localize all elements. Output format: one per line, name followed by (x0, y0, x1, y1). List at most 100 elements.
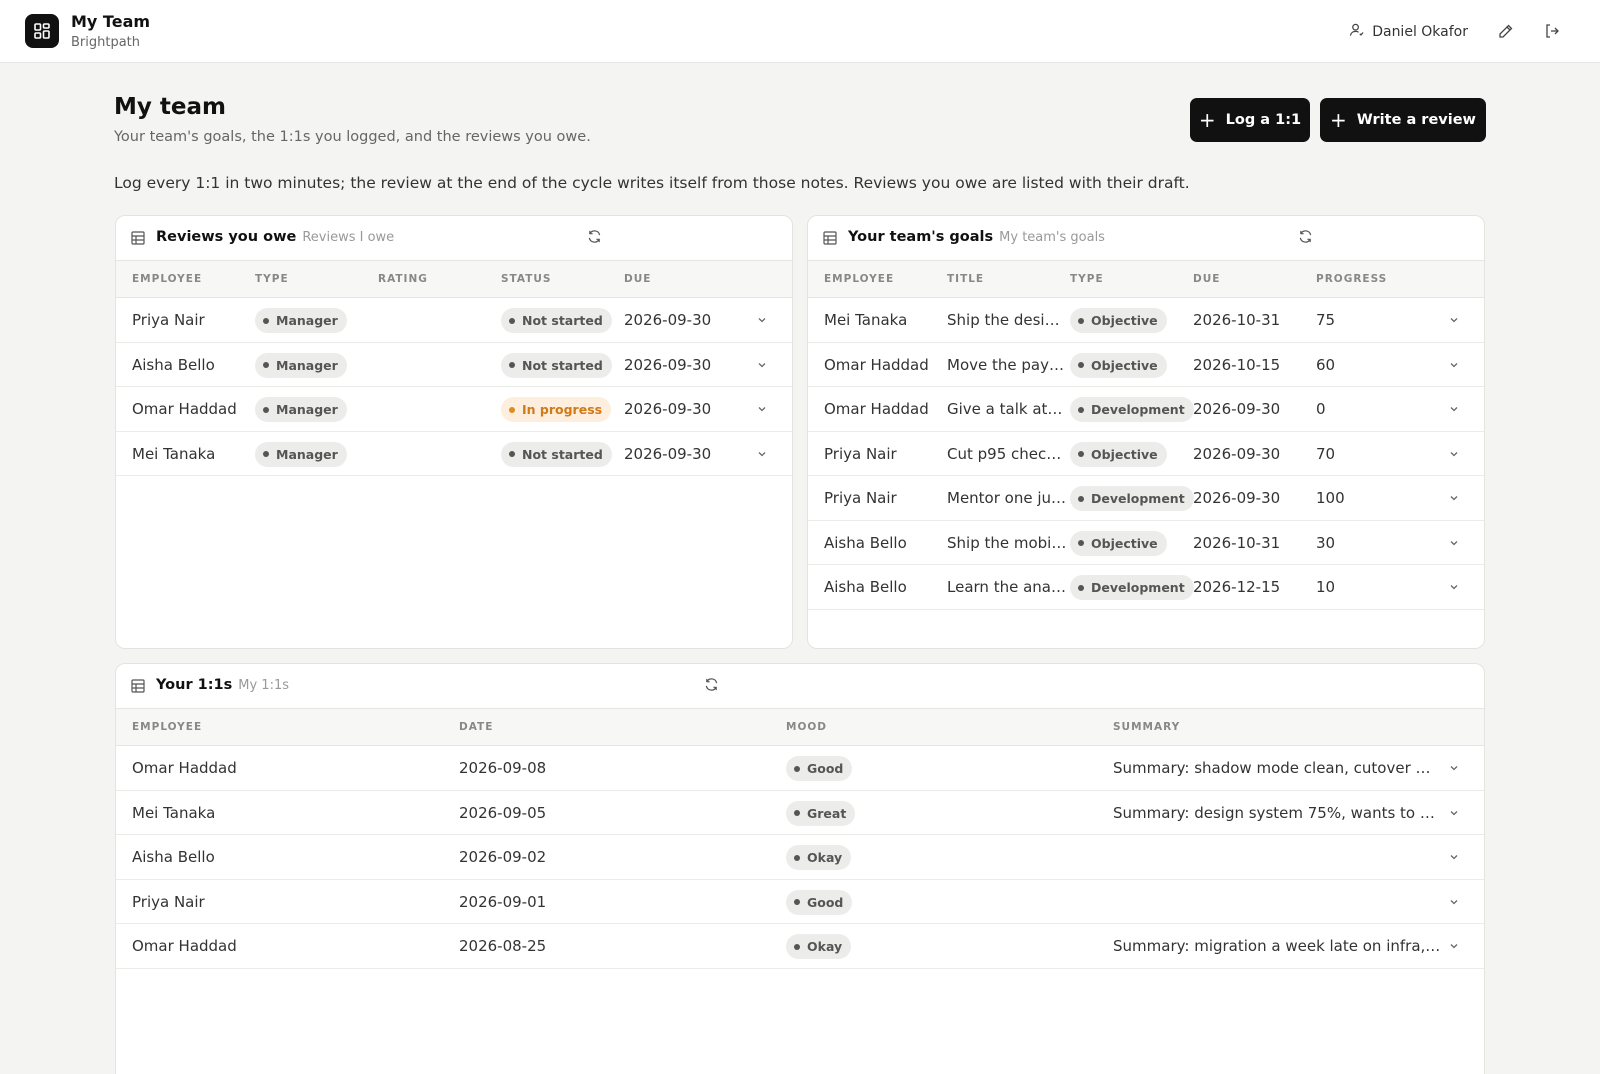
one-on-ones-card: Your 1:1s My 1:1s EMPLOYEE DATE MOOD SUMM… (115, 663, 1485, 1074)
column-header-employee[interactable]: EMPLOYEE (132, 721, 202, 733)
date-cell: 2026-09-01 (459, 892, 547, 911)
chevron-down-icon[interactable] (1448, 448, 1460, 460)
one-on-ones-title: Your 1:1s (156, 677, 233, 693)
reviews-title: Reviews you owe (156, 229, 297, 245)
column-header-status[interactable]: STATUS (501, 273, 551, 285)
column-header-rating[interactable]: RATING (378, 273, 428, 285)
refresh-icon[interactable] (1298, 229, 1313, 248)
table-row[interactable]: Mei Tanaka Manager Not started 2026-09-3… (116, 432, 792, 476)
goals-table-body: Mei Tanaka Ship the design system v2 Obj… (808, 298, 1484, 610)
column-header-type[interactable]: TYPE (255, 273, 289, 285)
chevron-down-icon[interactable] (1448, 896, 1460, 908)
table-row[interactable]: Aisha Bello Ship the mobile onboarding f… (808, 521, 1484, 565)
table-row[interactable]: Mei Tanaka 2026-09-05 Great Summary: des… (116, 791, 1484, 835)
mood-badge: Okay (786, 934, 852, 959)
chevron-down-icon[interactable] (1448, 492, 1460, 504)
chevron-down-icon[interactable] (756, 403, 768, 415)
employee-cell: Mei Tanaka (132, 803, 216, 822)
employee-cell: Aisha Bello (132, 355, 215, 374)
summary-cell: Summary: migration a week late on infra,… (1113, 937, 1441, 955)
log-one-on-one-button[interactable]: + Log a 1:1 (1190, 98, 1310, 142)
page-subtitle: Your team's goals, the 1:1s you logged, … (114, 129, 591, 145)
table-row[interactable]: Priya Nair Cut p95 checkout latency Obje… (808, 432, 1484, 476)
column-header-progress[interactable]: PROGRESS (1316, 273, 1387, 285)
page-title: My team (114, 94, 226, 120)
table-row[interactable]: Priya Nair Mentor one junior engineer De… (808, 476, 1484, 521)
table-row[interactable]: Omar Haddad Manager In progress 2026-09-… (116, 387, 792, 432)
column-header-title[interactable]: TITLE (947, 273, 984, 285)
chevron-down-icon[interactable] (756, 448, 768, 460)
app-title: My Team (71, 12, 151, 31)
refresh-icon[interactable] (704, 677, 719, 696)
chevron-down-icon[interactable] (1448, 940, 1460, 952)
column-header-mood[interactable]: MOOD (786, 721, 827, 733)
user-name: Daniel Okafor (1372, 23, 1468, 40)
chevron-down-icon[interactable] (1448, 581, 1460, 593)
mood-badge: Good (786, 756, 853, 781)
column-header-due[interactable]: DUE (624, 273, 651, 285)
due-cell: 2026-10-31 (1193, 533, 1281, 552)
reviews-card-header: Reviews you owe Reviews I owe (116, 216, 792, 261)
progress-cell: 30 (1316, 533, 1336, 552)
chevron-down-icon[interactable] (756, 314, 768, 326)
employee-cell: Omar Haddad (824, 400, 929, 418)
table-row[interactable]: Aisha Bello 2026-09-02 Okay (116, 835, 1484, 880)
table-row[interactable]: Mei Tanaka Ship the design system v2 Obj… (808, 298, 1484, 343)
table-row[interactable]: Aisha Bello Manager Not started 2026-09-… (116, 343, 792, 387)
column-header-type[interactable]: TYPE (1070, 273, 1104, 285)
table-row[interactable]: Omar Haddad Move the payments service to… (808, 343, 1484, 387)
table-row[interactable]: Priya Nair Manager Not started 2026-09-3… (116, 298, 792, 343)
chevron-down-icon[interactable] (756, 359, 768, 371)
edit-icon[interactable] (1496, 21, 1516, 41)
table-row[interactable]: Omar Haddad 2026-08-25 Okay Summary: mig… (116, 924, 1484, 969)
column-header-summary[interactable]: SUMMARY (1113, 721, 1180, 733)
due-cell: 2026-09-30 (1193, 489, 1281, 507)
type-badge: Objective (1070, 441, 1167, 467)
column-header-date[interactable]: DATE (459, 721, 493, 733)
table-row[interactable]: Aisha Bello Learn the analytics stack De… (808, 565, 1484, 610)
goals-card-title: Your team's goals My team's goals (848, 229, 1105, 245)
chevron-down-icon[interactable] (1448, 851, 1460, 863)
plus-icon: + (1198, 108, 1216, 132)
table-icon (131, 678, 145, 697)
table-icon (823, 230, 837, 249)
due-cell: 2026-12-15 (1193, 578, 1281, 596)
employee-cell: Mei Tanaka (824, 311, 908, 329)
type-badge: Development (1070, 486, 1194, 511)
user-menu[interactable]: Daniel Okafor (1349, 22, 1468, 41)
type-badge: Manager (255, 308, 347, 333)
due-cell: 2026-10-15 (1193, 355, 1281, 374)
table-row[interactable]: Priya Nair 2026-09-01 Good (116, 880, 1484, 924)
type-badge: Development (1070, 575, 1194, 600)
table-icon (131, 230, 145, 249)
employee-cell: Priya Nair (824, 489, 897, 507)
refresh-icon[interactable] (587, 229, 602, 248)
write-review-button[interactable]: + Write a review (1320, 98, 1486, 142)
reviews-alt-title: Reviews I owe (302, 230, 395, 245)
title-cell: Ship the design system v2 (947, 311, 1067, 329)
table-row[interactable]: Omar Haddad 2026-09-08 Good Summary: sha… (116, 746, 1484, 791)
reviews-card-title: Reviews you owe Reviews I owe (156, 229, 394, 245)
column-header-employee[interactable]: EMPLOYEE (132, 273, 202, 285)
page-description: Log every 1:1 in two minutes; the review… (114, 174, 1190, 192)
table-row[interactable]: Omar Haddad Give a talk at the engineeri… (808, 387, 1484, 432)
chevron-down-icon[interactable] (1448, 762, 1460, 774)
app-logo-icon[interactable] (25, 14, 59, 48)
one-on-ones-table-header: EMPLOYEE DATE MOOD SUMMARY (116, 709, 1484, 746)
goals-table-header: EMPLOYEE TITLE TYPE DUE PROGRESS (808, 261, 1484, 298)
chevron-down-icon[interactable] (1448, 314, 1460, 326)
reviews-table-header: EMPLOYEE TYPE RATING STATUS DUE (116, 261, 792, 298)
chevron-down-icon[interactable] (1448, 359, 1460, 371)
logout-icon[interactable] (1542, 21, 1562, 41)
employee-cell: Priya Nair (824, 444, 897, 463)
chevron-down-icon[interactable] (1448, 807, 1460, 819)
chevron-down-icon[interactable] (1448, 537, 1460, 549)
progress-cell: 75 (1316, 311, 1336, 329)
chevron-down-icon[interactable] (1448, 403, 1460, 415)
employee-cell: Omar Haddad (824, 355, 929, 374)
type-badge: Development (1070, 397, 1194, 422)
summary-cell: Summary: design system 75%, wants to men… (1113, 803, 1441, 822)
column-header-due[interactable]: DUE (1193, 273, 1220, 285)
column-header-employee[interactable]: EMPLOYEE (824, 273, 894, 285)
title-cell: Give a talk at the engineering all-hands (947, 400, 1067, 418)
